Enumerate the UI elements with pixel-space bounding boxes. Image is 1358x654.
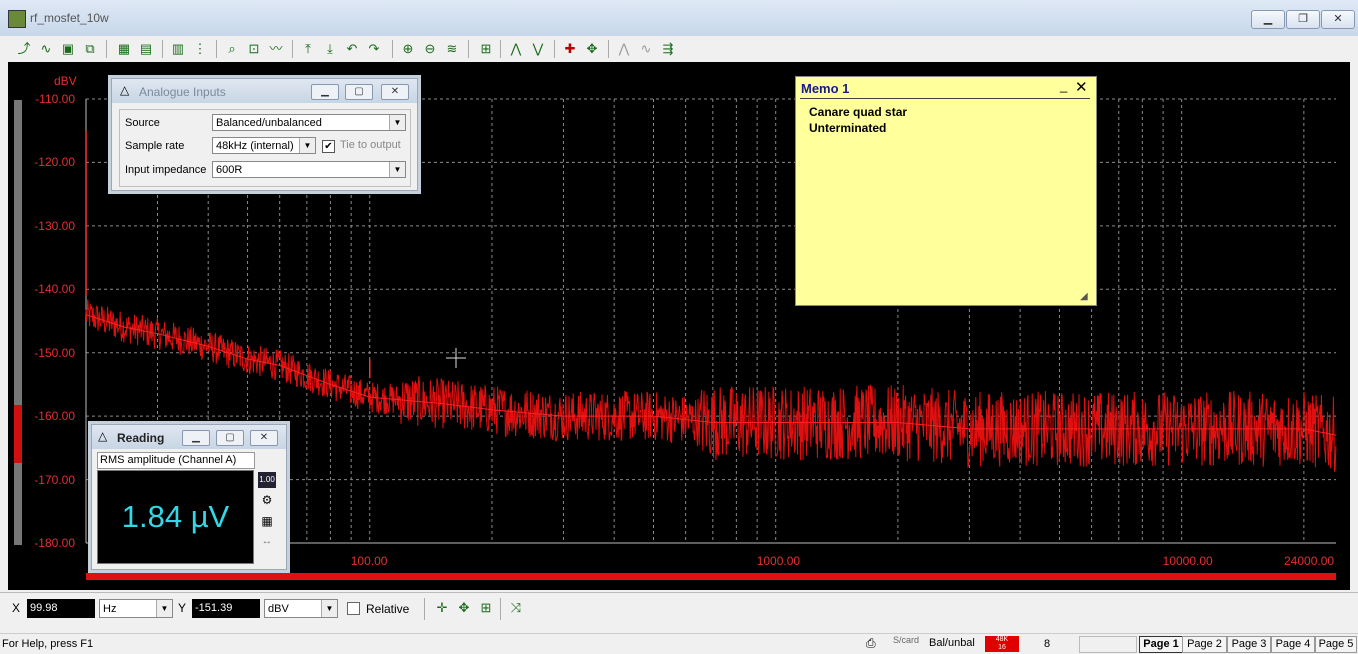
restore-button[interactable]: ▢: [345, 84, 373, 100]
toolbar-separator: [500, 598, 501, 620]
x-unit-value: Hz: [103, 603, 117, 615]
x-tick-label: 24000.00: [1284, 554, 1335, 568]
marker-add-icon[interactable]: ✛: [432, 598, 452, 618]
impedance-select[interactable]: 600R ▼: [212, 161, 406, 178]
memo-window[interactable]: Memo 1 _ ✕ Canare quad star Unterminated…: [795, 76, 1097, 306]
tie-checkbox[interactable]: ✔: [322, 140, 335, 153]
toolbar-separator: [424, 598, 425, 620]
panel-title: Analogue Inputs: [139, 85, 226, 99]
relative-label: Relative: [366, 602, 410, 616]
reading-value: 1.84 µV: [121, 499, 230, 534]
impedance-value: 600R: [216, 164, 243, 176]
source-label: Source: [125, 117, 160, 129]
analogue-inputs-panel: △ Analogue Inputs ▁ ▢ ✕ Source Balanced/…: [111, 78, 418, 191]
close-button[interactable]: ✕: [381, 84, 409, 100]
rate-badge-bottom: 16: [998, 644, 1006, 651]
x-tick-label: 1000.00: [756, 554, 801, 568]
tab-page-1[interactable]: Page 1: [1139, 636, 1183, 653]
memo-title: Memo 1: [801, 81, 850, 96]
x-unit-select[interactable]: Hz ▼: [99, 599, 173, 618]
memo-divider: [800, 98, 1090, 99]
tab-page-4[interactable]: Page 4: [1271, 636, 1315, 653]
coordinate-bar: X 99.98 Hz ▼ Y -151.39 dBV ▼ Relative ✛ …: [0, 592, 1358, 629]
chevron-down-icon: ▼: [156, 600, 172, 617]
arrows-icon: ↔: [261, 535, 273, 547]
marker-grid-icon[interactable]: ⊞: [476, 598, 496, 618]
memo-line: Canare quad star: [809, 105, 908, 119]
y-value-field[interactable]: -151.39: [192, 599, 260, 618]
memo-line: Unterminated: [809, 121, 887, 135]
channel-count: 8: [1044, 638, 1051, 650]
memo-text[interactable]: Canare quad star Unterminated: [809, 104, 907, 136]
chevron-down-icon: ▼: [389, 162, 405, 177]
tab-page-3[interactable]: Page 3: [1227, 636, 1271, 653]
minimize-button[interactable]: ▁: [182, 430, 210, 446]
restore-button[interactable]: ▢: [216, 430, 244, 446]
relative-checkbox[interactable]: [347, 602, 360, 615]
tab-page-5[interactable]: Page 5: [1315, 636, 1357, 653]
sample-rate-value: 48kHz (internal): [216, 140, 294, 152]
reading-panel: △ Reading ▁ ▢ ✕ RMS amplitude (Channel A…: [91, 424, 287, 570]
x-tick-label: 10000.00: [1162, 554, 1213, 568]
triangle-icon: △: [120, 83, 130, 97]
close-icon[interactable]: ✕: [1075, 78, 1088, 96]
y-unit-select[interactable]: dBV ▼: [264, 599, 338, 618]
x-value-field[interactable]: 99.98: [27, 599, 95, 618]
reading-display: 1.84 µV: [97, 470, 254, 564]
settings-icon[interactable]: ⚙: [258, 493, 276, 509]
y-unit-label: dBV: [54, 74, 77, 88]
horizontal-scrollbar[interactable]: [86, 573, 1336, 580]
panel-titlebar: △ Analogue Inputs ▁ ▢ ✕: [112, 79, 417, 103]
x-tick-label: 100.00: [350, 554, 388, 568]
panel-title: Reading: [117, 431, 165, 445]
chevron-down-icon: ▼: [321, 600, 337, 617]
chevron-down-icon: ▼: [299, 138, 315, 153]
status-bar: For Help, press F1 ⎙ S/card Bal/unbal 48…: [0, 633, 1358, 654]
minimize-icon[interactable]: _: [1060, 78, 1067, 93]
series-line: [85, 314, 1337, 436]
rate-badge: 48K 16: [985, 636, 1019, 652]
y-unit-value: dBV: [268, 603, 289, 615]
triangle-icon: △: [98, 429, 108, 443]
impedance-label: Input impedance: [125, 164, 207, 176]
panel-titlebar: △ Reading ▁ ▢ ✕: [92, 425, 286, 449]
help-text: For Help, press F1: [2, 638, 94, 650]
scrollbar-thumb[interactable]: [14, 405, 22, 463]
tie-label: Tie to output: [340, 139, 401, 151]
sample-rate-select[interactable]: 48kHz (internal) ▼: [212, 137, 316, 154]
x-label: X: [12, 601, 21, 615]
resize-grip-icon[interactable]: ◢: [1080, 291, 1088, 302]
calculator-icon[interactable]: ▦: [258, 514, 276, 530]
close-button[interactable]: ✕: [250, 430, 278, 446]
marker-move-icon[interactable]: ✥: [454, 598, 474, 618]
rate-badge-top: 48K: [995, 636, 1009, 643]
source-value: Balanced/unbalanced: [216, 117, 322, 129]
tab-page-2[interactable]: Page 2: [1182, 636, 1227, 653]
chevron-down-icon: ▼: [389, 115, 405, 130]
crosshair-cursor: [446, 348, 466, 368]
mode-label: Bal/unbal: [929, 637, 975, 649]
sample-rate-label: Sample rate: [125, 140, 185, 152]
printer-icon[interactable]: ⎙: [866, 636, 876, 651]
vertical-scrollbar[interactable]: [14, 100, 22, 545]
decimal-button[interactable]: 1.00: [258, 472, 276, 488]
source-select[interactable]: Balanced/unbalanced ▼: [212, 114, 406, 131]
minimize-button[interactable]: ▁: [311, 84, 339, 100]
measurement-label[interactable]: RMS amplitude (Channel A): [97, 452, 255, 469]
y-label: Y: [178, 601, 187, 615]
marker-link-icon[interactable]: ⤨: [506, 598, 526, 618]
status-empty-field: [1079, 636, 1137, 653]
scard-label: S/card: [893, 635, 920, 645]
